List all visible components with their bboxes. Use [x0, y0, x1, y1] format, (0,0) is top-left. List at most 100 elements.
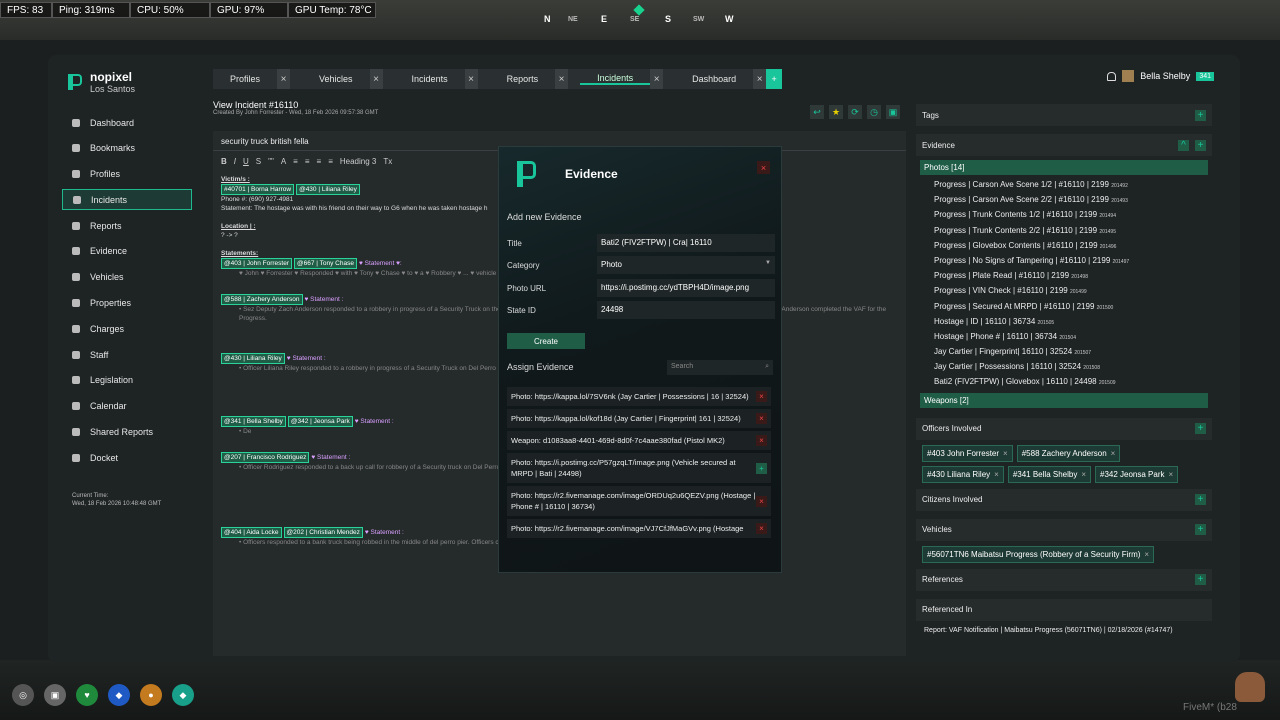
- list-item[interactable]: Progress | Trunk Contents 1/2 | #16110 |…: [916, 207, 1212, 222]
- remove-icon[interactable]: ×: [756, 391, 767, 402]
- list-item[interactable]: Hostage | ID | 16110 | 36734 201505: [916, 314, 1212, 329]
- list-item[interactable]: Jay Cartier | Possessions | 16110 | 3252…: [916, 359, 1212, 374]
- add-tab-button[interactable]: +: [766, 69, 783, 89]
- text-color-button[interactable]: A: [281, 157, 286, 166]
- sidebar-item-charges[interactable]: Charges: [62, 318, 192, 339]
- back-icon[interactable]: ↩: [810, 105, 824, 119]
- underline-button[interactable]: U: [243, 157, 249, 166]
- plus-icon[interactable]: +: [1195, 423, 1206, 435]
- star-icon[interactable]: ★: [829, 105, 843, 119]
- tab-reports[interactable]: Reports ×: [489, 69, 581, 89]
- sidebar-item-shared-reports[interactable]: Shared Reports: [62, 422, 192, 443]
- list-item[interactable]: Photo: https://r2.fivemanage.com/image/O…: [507, 486, 771, 516]
- officer-chip[interactable]: @403 | John Forrester: [221, 258, 293, 269]
- heading-select[interactable]: Heading 3: [340, 157, 376, 166]
- tab-incidents[interactable]: Incidents ×: [394, 69, 490, 89]
- list-item[interactable]: Progress | Plate Read | #16110 | 2199 20…: [916, 268, 1212, 283]
- tab-dashboard[interactable]: Dashboard ×: [675, 69, 767, 89]
- plus-icon[interactable]: +: [1195, 139, 1206, 151]
- list-item[interactable]: Photo: https://kappa.lol/7SV6nk (Jay Car…: [507, 387, 771, 406]
- close-icon[interactable]: ×: [650, 69, 664, 89]
- officer-chip[interactable]: #403 John Forrester ×: [922, 444, 1013, 462]
- sidebar-item-profiles[interactable]: Profiles: [62, 164, 192, 185]
- officer-chip[interactable]: #430 Liliana Riley ×: [922, 465, 1004, 483]
- bell-icon[interactable]: [1107, 71, 1117, 81]
- photo-url-input[interactable]: https://i.postimg.cc/ydTBPH4D/image.png: [597, 279, 775, 297]
- chevron-up-icon[interactable]: ^: [1178, 139, 1189, 151]
- list-item[interactable]: Progress | Glovebox Contents | #16110 | …: [916, 238, 1212, 253]
- list-item[interactable]: Progress | Carson Ave Scene 2/2 | #16110…: [916, 192, 1212, 207]
- close-icon[interactable]: ×: [369, 69, 383, 89]
- victim-chip[interactable]: #40701 | Borna Harrow: [221, 184, 295, 195]
- list-item[interactable]: Progress | Trunk Contents 2/2 | #16110 |…: [916, 223, 1212, 238]
- vehicle-chip[interactable]: #56071TN6 Maibatsu Progress (Robbery of …: [922, 545, 1155, 563]
- list-item[interactable]: Bati2 (FIV2FTPW) | Glovebox | 16110 | 24…: [916, 374, 1212, 389]
- sidebar-item-staff[interactable]: Staff: [62, 344, 192, 365]
- list-item[interactable]: Progress | No Signs of Tampering | #1611…: [916, 253, 1212, 268]
- close-icon[interactable]: ×: [464, 69, 478, 89]
- officer-chip[interactable]: @202 | Christian Mendez: [283, 527, 363, 538]
- close-icon[interactable]: ×: [1169, 470, 1174, 479]
- sidebar-item-calendar[interactable]: Calendar: [62, 396, 192, 417]
- close-icon[interactable]: ×: [1111, 449, 1116, 458]
- list-item[interactable]: Hostage | Phone # | 16110 | 36734 201504: [916, 329, 1212, 344]
- officer-chip[interactable]: @588 | Zachery Anderson: [221, 294, 303, 305]
- sidebar-item-docket[interactable]: Docket: [62, 447, 192, 468]
- close-icon[interactable]: ×: [555, 69, 569, 89]
- list-item[interactable]: Progress | Carson Ave Scene 1/2 | #16110…: [916, 177, 1212, 192]
- photos-group[interactable]: Photos [14]: [920, 160, 1208, 175]
- referenced-item[interactable]: Report: VAF Notification | Maibatsu Prog…: [916, 623, 1212, 638]
- search-input[interactable]: Search ⌕: [667, 360, 773, 375]
- list-bullet-button[interactable]: ≡: [328, 157, 333, 166]
- close-icon[interactable]: ×: [277, 69, 291, 89]
- sidebar-item-properties[interactable]: Properties: [62, 293, 192, 314]
- close-icon[interactable]: ×: [994, 470, 999, 479]
- list-item[interactable]: Photo: https://i.postimg.cc/P57gzqLT/ima…: [507, 453, 771, 483]
- refresh-icon[interactable]: ⟳: [848, 105, 862, 119]
- sidebar-item-legislation[interactable]: Legislation: [62, 370, 192, 391]
- list-ordered-button[interactable]: ≡: [317, 157, 322, 166]
- officer-chip[interactable]: #341 Bella Shelby ×: [1007, 465, 1091, 483]
- plus-icon[interactable]: +: [1195, 109, 1206, 121]
- sidebar-item-vehicles[interactable]: Vehicles: [62, 267, 192, 288]
- plus-icon[interactable]: +: [1195, 524, 1206, 536]
- close-icon[interactable]: ×: [1081, 470, 1086, 479]
- strike-button[interactable]: S: [256, 157, 261, 166]
- officer-chip[interactable]: @341 | Bella Shelby: [221, 416, 286, 427]
- tab-profiles[interactable]: Profiles ×: [213, 69, 303, 89]
- state-id-input[interactable]: 24498: [597, 301, 775, 319]
- close-icon[interactable]: ×: [1003, 449, 1008, 458]
- list-item[interactable]: Progress | Secured At MRPD | #16110 | 21…: [916, 299, 1212, 314]
- list-item[interactable]: Progress | VIN Check | #16110 | 2199 201…: [916, 283, 1212, 298]
- sidebar-item-reports[interactable]: Reports: [62, 215, 192, 236]
- close-icon[interactable]: ×: [757, 161, 770, 174]
- remove-icon[interactable]: ×: [756, 435, 767, 446]
- officer-chip[interactable]: @404 | Aida Locke: [221, 527, 282, 538]
- weapons-group[interactable]: Weapons [2]: [920, 392, 1208, 408]
- officer-chip[interactable]: #588 Zachery Anderson ×: [1016, 444, 1121, 462]
- clear-format-button[interactable]: Tx: [383, 157, 392, 166]
- sidebar-item-incidents[interactable]: Incidents: [62, 189, 192, 211]
- bold-button[interactable]: B: [221, 157, 227, 166]
- tab-vehicles[interactable]: Vehicles ×: [302, 69, 395, 89]
- remove-icon[interactable]: ×: [756, 413, 767, 424]
- list-item[interactable]: Jay Cartier | Fingerprint| 16110 | 32524…: [916, 344, 1212, 359]
- align-center-button[interactable]: ≡: [305, 157, 310, 166]
- tab-incidents-active[interactable]: Incidents ×: [580, 69, 676, 89]
- close-icon[interactable]: ×: [753, 69, 767, 89]
- save-icon[interactable]: ▣: [886, 105, 900, 119]
- officer-chip[interactable]: @207 | Francisco Rodriguez: [221, 452, 310, 463]
- remove-icon[interactable]: ×: [756, 523, 767, 534]
- plus-icon[interactable]: +: [1195, 574, 1206, 586]
- quote-button[interactable]: "": [268, 157, 274, 166]
- create-button[interactable]: Create: [507, 333, 585, 349]
- officer-chip[interactable]: @342 | Jeonsa Park: [287, 416, 353, 427]
- officer-chip[interactable]: @430 | Liliana Riley: [221, 353, 285, 364]
- align-left-button[interactable]: ≡: [293, 157, 298, 166]
- sidebar-item-bookmarks[interactable]: Bookmarks: [62, 138, 192, 159]
- italic-button[interactable]: I: [234, 157, 236, 166]
- officer-chip[interactable]: #342 Jeonsa Park ×: [1095, 465, 1179, 483]
- plus-icon[interactable]: +: [1195, 494, 1206, 506]
- user-menu[interactable]: Bella Shelby 341: [1107, 70, 1214, 82]
- category-select[interactable]: Photo ▼: [597, 256, 775, 274]
